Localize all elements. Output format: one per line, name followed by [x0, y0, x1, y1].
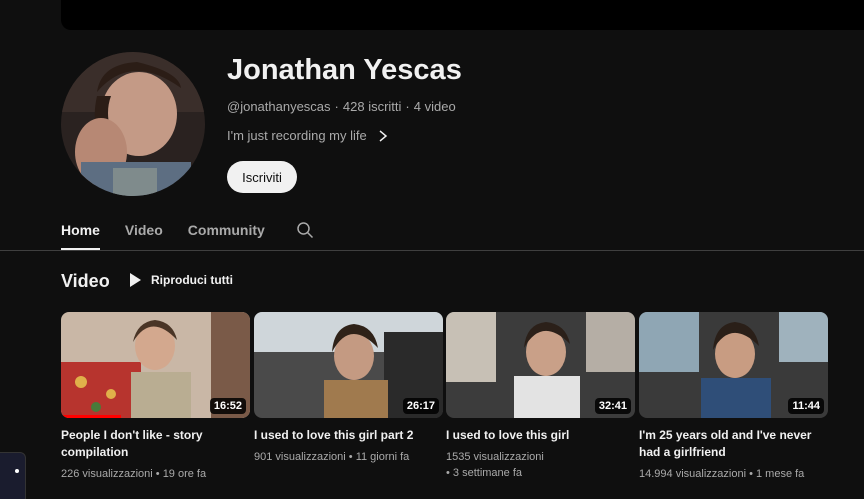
channel-avatar[interactable]: [61, 52, 205, 196]
video-thumbnail[interactable]: 11:44: [639, 312, 828, 418]
chevron-right-icon: [379, 129, 387, 142]
play-icon: [130, 273, 141, 287]
video-thumbnail[interactable]: 32:41: [446, 312, 635, 418]
search-icon[interactable]: [296, 221, 314, 239]
meta-separator: ·: [405, 99, 410, 114]
video-card[interactable]: 16:52 People I don't like - story compil…: [61, 312, 250, 482]
section-title: Video: [61, 271, 110, 291]
video-duration: 11:44: [788, 398, 824, 414]
video-title[interactable]: I used to love this girl part 2: [254, 427, 443, 444]
video-age: 1 mese fa: [755, 468, 805, 480]
play-all-button[interactable]: Riproduci tutti: [128, 272, 233, 288]
channel-description-text: I'm just recording my life: [227, 128, 367, 143]
video-stats: 14.994 visualizzazioni • 1 mese fa: [639, 468, 805, 480]
video-views: 901 visualizzazioni: [254, 451, 346, 463]
video-stats: 1535 visualizzazioni • 3 settimane fa: [446, 451, 544, 479]
channel-handle: @jonathanyescas: [227, 99, 331, 114]
subscriber-count: 428 iscritti: [342, 99, 402, 114]
video-age: 3 settimane fa: [452, 467, 523, 479]
video-duration: 32:41: [594, 398, 631, 414]
video-age: 11 giorni fa: [355, 451, 410, 463]
video-views: 1535 visualizzazioni: [446, 451, 544, 463]
avatar-image: [61, 52, 205, 196]
tabs-divider: [0, 250, 864, 251]
video-title[interactable]: People I don't like - story compilation: [61, 427, 250, 461]
video-card[interactable]: 32:41 I used to love this girl 1535 visu…: [446, 312, 635, 481]
video-age: 19 ore fa: [162, 468, 207, 480]
video-thumbnail[interactable]: 26:17: [254, 312, 443, 418]
video-thumbnail[interactable]: 16:52: [61, 312, 250, 418]
tab-home[interactable]: Home: [61, 214, 100, 250]
widget-dot: [15, 469, 19, 473]
watch-progress-bar: [61, 415, 122, 418]
video-title[interactable]: I'm 25 years old and I've never had a gi…: [639, 427, 828, 461]
video-title[interactable]: I used to love this girl: [446, 427, 635, 444]
video-stats: 901 visualizzazioni • 11 giorni fa: [254, 451, 410, 463]
channel-name: Jonathan Yescas: [227, 54, 462, 86]
video-card[interactable]: 11:44 I'm 25 years old and I've never ha…: [639, 312, 828, 482]
video-views: 14.994 visualizzazioni: [639, 468, 747, 480]
video-card[interactable]: 26:17 I used to love this girl part 2 90…: [254, 312, 443, 465]
channel-banner: [61, 0, 864, 30]
channel-tabs: Home Video Community: [61, 214, 314, 250]
corner-widget[interactable]: [0, 452, 26, 499]
tab-video[interactable]: Video: [125, 214, 163, 250]
play-all-label: Riproduci tutti: [151, 273, 233, 287]
tab-community[interactable]: Community: [188, 214, 265, 250]
channel-meta: @jonathanyescas · 428 iscritti · 4 video: [227, 99, 456, 114]
video-duration: 16:52: [209, 398, 246, 414]
subscribe-button[interactable]: Iscriviti: [227, 161, 297, 193]
meta-separator: ·: [334, 99, 339, 114]
video-count: 4 video: [413, 99, 456, 114]
video-stats: 226 visualizzazioni • 19 ore fa: [61, 468, 207, 480]
video-duration: 26:17: [402, 398, 439, 414]
channel-description[interactable]: I'm just recording my life: [227, 128, 389, 143]
video-views: 226 visualizzazioni: [61, 468, 153, 480]
